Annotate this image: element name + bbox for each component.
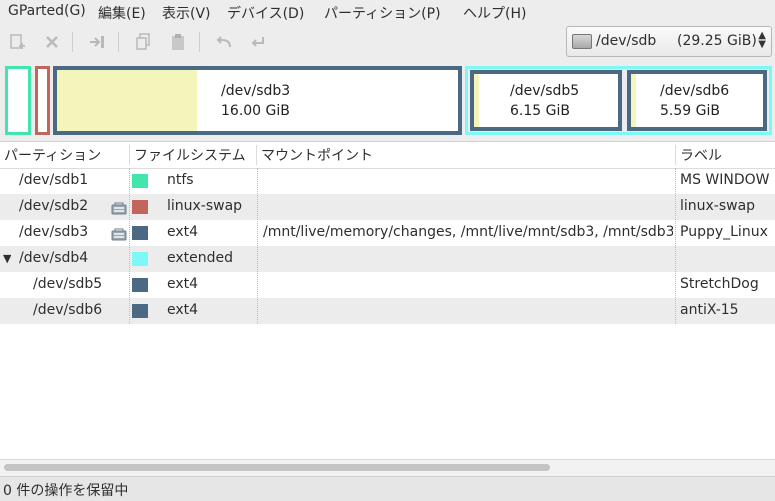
column-divider [129,168,130,324]
menu-partition[interactable]: パーティション(P) [324,3,441,23]
menu-device[interactable]: デバイス(D) [227,3,304,23]
table-row[interactable]: /dev/sdb1 ntfs MS WINDOW [0,168,775,194]
paste-icon[interactable] [166,30,190,54]
map-partition-size: 16.00 GiB [221,103,290,119]
table-row[interactable]: /dev/sdb3 ext4/mnt/live/memory/changes, /… [0,220,775,246]
partition-label: Puppy_Linux [680,224,768,240]
filesystem-type: ext4 [167,276,199,292]
filesystem-type: ext4 [167,302,199,318]
used-space-fill [57,70,197,131]
horizontal-scrollbar[interactable] [0,459,775,476]
partition-label: StretchDog [680,276,759,292]
map-partition-name: /dev/sdb3 [221,83,291,99]
map-partition-size: 5.59 GiB [660,103,720,119]
menu-gparted[interactable]: GParted(G) [8,3,86,19]
table-body: /dev/sdb1 ntfs MS WINDOW/dev/sdb2 linux-swa… [0,168,775,324]
table-row[interactable]: /dev/sdb5 ext4 StretchDog [0,272,775,298]
mount-point: /mnt/live/memory/changes, /mnt/live/mnt/… [263,224,673,240]
table-row[interactable]: ▼ /dev/sdb4 extended [0,246,775,272]
filesystem-color-swatch [132,226,148,240]
table-row[interactable]: /dev/sdb2 linux-swap linux-swap [0,194,775,220]
menu-view[interactable]: 表示(V) [162,3,211,23]
undo-icon[interactable] [212,30,236,54]
expander-arrow-icon[interactable]: ▼ [3,252,11,265]
partition-name: /dev/sdb6 [33,302,103,318]
device-size: (29.25 GiB) [677,33,757,49]
filesystem-type: extended [167,250,234,266]
map-partition-sdb2[interactable] [35,66,50,135]
toolbar-separator [72,32,73,52]
column-separator[interactable] [129,145,130,165]
column-mountpoint[interactable]: マウントポイント [261,145,373,165]
table-header: パーティション ファイルシステム マウントポイント ラベル [0,142,775,169]
mounted-lock-icon [111,228,127,241]
device-selector[interactable]: /dev/sdb (29.25 GiB) ▲ ▼ [566,26,772,57]
filesystem-color-swatch [132,304,148,318]
partition-label: antiX-15 [680,302,739,318]
copy-icon[interactable] [131,30,155,54]
delete-icon[interactable] [40,30,64,54]
partition-label: linux-swap [680,198,756,214]
table-row[interactable]: /dev/sdb6 ext4 antiX-15 [0,298,775,324]
device-name: /dev/sdb [596,33,657,49]
apply-icon[interactable] [246,30,270,54]
filesystem-color-swatch [132,278,148,292]
partition-label: MS WINDOW [680,172,770,188]
column-separator[interactable] [256,145,257,165]
toolbar-separator [199,32,200,52]
used-space-fill [631,74,636,127]
map-partition-sdb3[interactable]: /dev/sdb3 16.00 GiB [53,66,462,135]
filesystem-type: linux-swap [167,198,243,214]
column-divider [257,168,258,324]
status-bar: 0 件の操作を保留中 [0,476,775,501]
menu-bar: GParted(G) 編集(E) 表示(V) デバイス(D) パーティション(P… [0,0,775,24]
mounted-lock-icon [111,202,127,215]
column-divider [675,168,676,324]
filesystem-color-swatch [132,174,148,188]
column-separator[interactable] [675,145,676,165]
map-partition-sdb1[interactable] [5,66,31,135]
partition-name: /dev/sdb2 [19,198,89,214]
column-label[interactable]: ラベル [680,145,722,165]
map-partition-sdb6[interactable]: /dev/sdb6 5.59 GiB [627,70,767,131]
menu-edit[interactable]: 編集(E) [98,3,146,23]
filesystem-type: ntfs [167,172,194,188]
partition-name: /dev/sdb3 [19,224,89,240]
used-space-fill [474,74,479,127]
new-partition-icon[interactable] [5,30,29,54]
spin-arrows-icon: ▲ ▼ [758,30,766,50]
resize-move-icon[interactable] [85,30,109,54]
partition-name: /dev/sdb1 [19,172,89,188]
partition-name: /dev/sdb5 [33,276,103,292]
disk-drive-icon [572,34,592,49]
column-partition[interactable]: パーティション [4,145,101,165]
map-partition-name: /dev/sdb5 [510,83,580,99]
menu-help[interactable]: ヘルプ(H) [463,3,526,23]
column-filesystem[interactable]: ファイルシステム [134,145,246,165]
map-partition-name: /dev/sdb6 [660,83,730,99]
partition-name: /dev/sdb4 [19,250,89,266]
map-partition-sdb5[interactable]: /dev/sdb5 6.15 GiB [470,70,622,131]
scrollbar-thumb[interactable] [4,464,550,471]
map-partition-size: 6.15 GiB [510,103,570,119]
partition-table: パーティション ファイルシステム マウントポイント ラベル /dev/sdb1 n… [0,141,775,476]
toolbar-separator [118,32,119,52]
filesystem-type: ext4 [167,224,199,240]
filesystem-color-swatch [132,252,148,266]
filesystem-color-swatch [132,200,148,214]
status-text: 0 件の操作を保留中 [3,483,129,499]
